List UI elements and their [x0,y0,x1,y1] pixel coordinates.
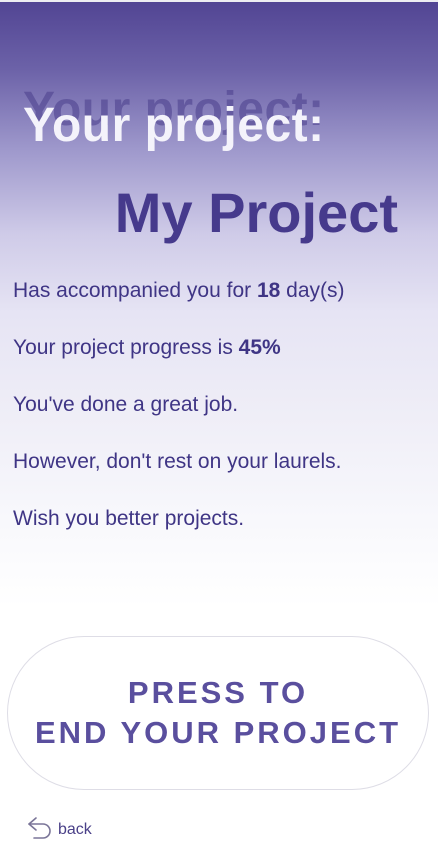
back-button[interactable]: back [26,814,92,845]
days-prefix: Has accompanied you for [13,279,257,302]
progress-value: 45% [238,336,281,359]
back-label: back [58,820,92,838]
end-button-line2: END YOUR PROJECT [34,715,402,750]
progress-text: Your project progress is 45% [13,336,281,360]
top-edge-divider [0,0,438,2]
great-job-text: You've done a great job. [13,393,239,416]
laurels-text: However, don't rest on your laurels. [13,450,342,473]
wish-text: Wish you better projects. [13,507,245,530]
end-button-line1: PRESS TO [127,675,309,710]
end-project-button[interactable]: PRESS TO END YOUR PROJECT [7,636,429,790]
project-name: My Project [114,181,398,244]
back-arrow-icon [26,814,54,845]
page-title: Your project: [23,99,325,152]
days-count: 18 [256,279,281,302]
days-suffix: day(s) [280,279,345,302]
progress-prefix: Your project progress is [13,336,239,359]
days-accompanied-text: Has accompanied you for 18 day(s) [13,279,345,303]
